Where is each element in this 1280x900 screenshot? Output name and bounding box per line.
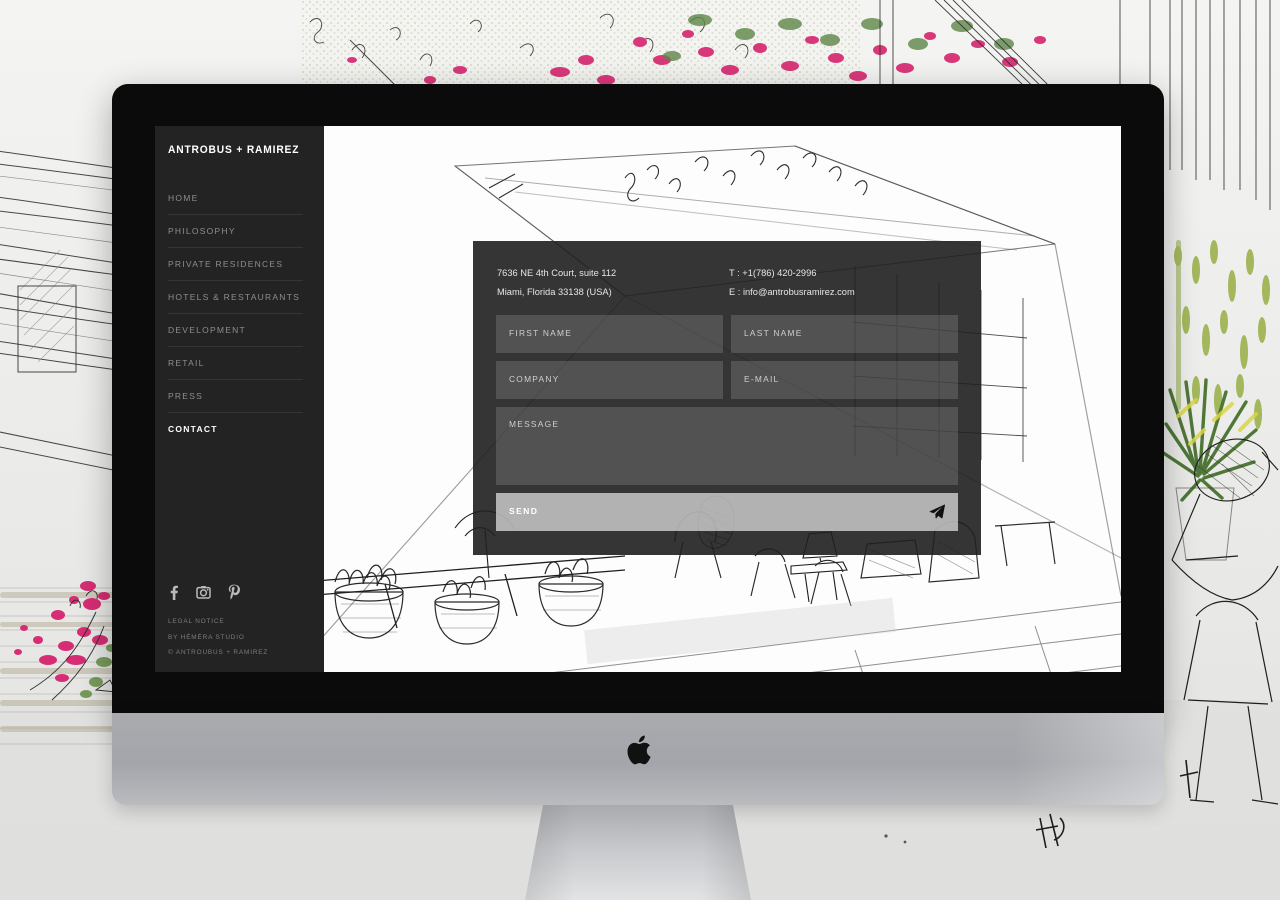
form-row-message: MESSAGE (496, 407, 958, 485)
studio-credit[interactable]: BY HÉMÉRA STUDIO (168, 630, 268, 646)
legal-notice-link[interactable]: LEGAL NOTICE (168, 614, 268, 630)
nav-item-private-residences[interactable]: PRIVATE RESIDENCES (168, 248, 303, 281)
brand-logo[interactable]: ANTROBUS + RAMIREZ (168, 144, 299, 156)
last-name-placeholder: LAST NAME (744, 328, 803, 338)
address-line-2: Miami, Florida 33138 (USA) (497, 287, 612, 297)
website-viewport: ANTROBUS + RAMIREZ HOME PHILOSOPHY PRIVA… (155, 126, 1121, 672)
nav-item-retail[interactable]: RETAIL (168, 347, 303, 380)
send-button-label: SEND (509, 506, 539, 516)
contact-panel: 7636 NE 4th Court, suite 112 Miami, Flor… (473, 241, 981, 555)
email-text[interactable]: E : info@antrobusramirez.com (729, 283, 961, 302)
first-name-placeholder: FIRST NAME (509, 328, 573, 338)
pinterest-icon[interactable] (228, 584, 240, 605)
address-column: 7636 NE 4th Court, suite 112 Miami, Flor… (497, 264, 729, 302)
facebook-icon[interactable] (168, 585, 179, 605)
email-input[interactable]: E-MAIL (731, 361, 958, 399)
email-placeholder: E-MAIL (744, 374, 780, 384)
nav-item-development[interactable]: DEVELOPMENT (168, 314, 303, 347)
message-textarea[interactable]: MESSAGE (496, 407, 958, 485)
first-name-input[interactable]: FIRST NAME (496, 315, 723, 353)
imac-chin (112, 713, 1164, 805)
send-button[interactable]: SEND (496, 493, 958, 531)
apple-logo (623, 735, 653, 776)
contact-details: 7636 NE 4th Court, suite 112 Miami, Flor… (497, 264, 962, 302)
site-sidebar: ANTROBUS + RAMIREZ HOME PHILOSOPHY PRIVA… (155, 126, 324, 672)
company-input[interactable]: COMPANY (496, 361, 723, 399)
nav-item-home[interactable]: HOME (168, 182, 303, 215)
address-line-1: 7636 NE 4th Court, suite 112 (497, 268, 617, 278)
nav-item-philosophy[interactable]: PHILOSOPHY (168, 215, 303, 248)
copyright-text: © ANTROUBUS + RAMIREZ (168, 649, 269, 656)
form-row-company-email: COMPANY E-MAIL (496, 361, 958, 399)
social-links (168, 584, 240, 605)
nav-item-press[interactable]: PRESS (168, 380, 303, 413)
phone-text[interactable]: T : +1(786) 420-2996 (729, 264, 961, 283)
main-navigation: HOME PHILOSOPHY PRIVATE RESIDENCES HOTEL… (168, 182, 303, 445)
form-row-name: FIRST NAME LAST NAME (496, 315, 958, 353)
sidebar-footer: LEGAL NOTICE BY HÉMÉRA STUDIO © ANTROUBU… (168, 614, 268, 661)
last-name-input[interactable]: LAST NAME (731, 315, 958, 353)
contact-form: FIRST NAME LAST NAME COMPANY E-MAIL MESS… (496, 315, 958, 531)
nav-item-hotels-restaurants[interactable]: HOTELS & RESTAURANTS (168, 281, 303, 314)
message-placeholder: MESSAGE (509, 419, 560, 429)
instagram-icon[interactable] (196, 585, 211, 605)
company-placeholder: COMPANY (509, 374, 560, 384)
phone-email-column: T : +1(786) 420-2996 E : info@antrobusra… (729, 264, 961, 302)
imac-stand-shading (525, 805, 751, 900)
paper-plane-icon (929, 504, 946, 525)
nav-item-contact[interactable]: CONTACT (168, 413, 303, 445)
imac-screen: ANTROBUS + RAMIREZ HOME PHILOSOPHY PRIVA… (155, 126, 1121, 672)
imac-bezel: ANTROBUS + RAMIREZ HOME PHILOSOPHY PRIVA… (112, 84, 1164, 716)
